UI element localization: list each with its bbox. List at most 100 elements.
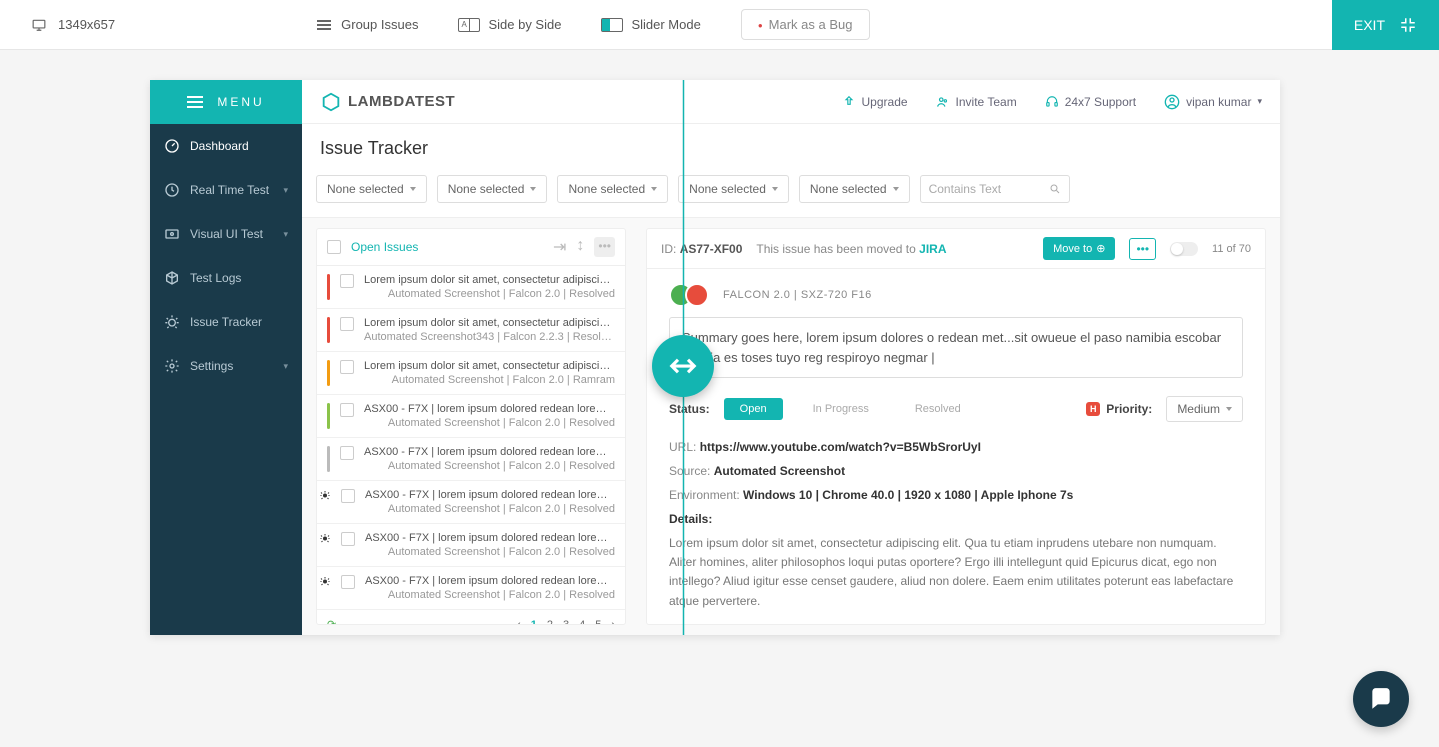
chevron-down-icon: ▾ <box>1257 96 1262 107</box>
issue-text: Lorem ipsum dolor sit amet, consectetur … <box>364 274 615 300</box>
user-menu[interactable]: vipan kumar ▾ <box>1164 94 1262 110</box>
issue-row[interactable]: ASX00 - F7X | lorem ipsum dolored redean… <box>317 481 625 524</box>
sidebar-item-realtime[interactable]: Real Time Test ▾ <box>150 168 302 212</box>
issue-row[interactable]: ASX00 - F7X | lorem ipsum dolored redean… <box>317 567 625 610</box>
sidebar-item-label: Dashboard <box>190 139 249 153</box>
issue-checkbox[interactable] <box>341 532 355 546</box>
issue-checkbox[interactable] <box>340 446 354 460</box>
detail-toggle[interactable] <box>1170 242 1198 256</box>
help-chat-button[interactable] <box>1353 671 1409 727</box>
support-link[interactable]: 24x7 Support <box>1045 95 1136 109</box>
issue-row[interactable]: Lorem ipsum dolor sit amet, consectetur … <box>317 309 625 352</box>
app-screenshot: MENU Dashboard Real Time Test ▾ Visual U… <box>150 80 1280 635</box>
issue-checkbox[interactable] <box>340 317 354 331</box>
side-by-side-label: Side by Side <box>488 17 561 32</box>
sidebar-item-issuetracker[interactable]: Issue Tracker <box>150 300 302 344</box>
details-heading: Details: <box>669 512 1243 526</box>
id-label: ID: <box>661 242 676 256</box>
slider-icon <box>601 18 623 32</box>
summary-field[interactable]: Summary goes here, lorem ipsum dolores o… <box>669 317 1243 378</box>
exit-button[interactable]: EXIT <box>1332 0 1439 50</box>
lambdatest-logo-icon <box>320 91 342 113</box>
sidebar-item-label: Real Time Test <box>190 183 269 197</box>
drag-horizontal-icon <box>668 351 698 381</box>
page-4[interactable]: 4 <box>579 619 585 626</box>
more-actions[interactable]: ••• <box>594 237 615 257</box>
issue-list-header: Open Issues ⇥ ↕ ••• <box>317 229 625 266</box>
side-by-side-tool[interactable]: Side by Side <box>458 17 561 32</box>
sidebar-item-testlogs[interactable]: Test Logs <box>150 256 302 300</box>
mark-as-bug-button[interactable]: Mark as a Bug <box>741 9 870 40</box>
issue-checkbox[interactable] <box>340 403 354 417</box>
select-all-checkbox[interactable] <box>327 240 341 254</box>
page-1[interactable]: 1 <box>531 619 537 626</box>
refresh-icon[interactable]: ⟳ <box>327 618 336 625</box>
gear-icon <box>164 358 180 374</box>
pin-icon[interactable]: ⇥ <box>553 237 566 257</box>
upgrade-link[interactable]: Upgrade <box>842 95 908 109</box>
issue-row[interactable]: Lorem ipsum dolor sit amet, consectetur … <box>317 266 625 309</box>
avatars <box>669 283 709 307</box>
issue-list-pane: Open Issues ⇥ ↕ ••• Lorem ipsum dolor si… <box>316 228 626 625</box>
issue-meta: Automated Screenshot | Falcon 2.0 | Ramr… <box>364 374 615 386</box>
issue-checkbox[interactable] <box>341 489 355 503</box>
page-next[interactable]: › <box>611 619 615 626</box>
issue-row[interactable]: Lorem ipsum dolor sit amet, consectetur … <box>317 352 625 395</box>
detail-more-actions[interactable]: ••• <box>1129 238 1156 260</box>
issue-checkbox[interactable] <box>340 274 354 288</box>
sidebar-item-dashboard[interactable]: Dashboard <box>150 124 302 168</box>
status-resolved[interactable]: Resolved <box>899 398 977 420</box>
priority-select[interactable]: Medium <box>1166 396 1243 422</box>
header-links: Upgrade Invite Team 24x7 Support vipan k… <box>842 94 1262 110</box>
filter-bar: None selected None selected None selecte… <box>302 167 1280 218</box>
invite-team-link[interactable]: Invite Team <box>936 95 1017 109</box>
avatar-icon <box>1164 94 1180 110</box>
issue-checkbox[interactable] <box>341 575 355 589</box>
issue-row[interactable]: ASX00 - F7X | lorem ipsum dolored redean… <box>317 438 625 481</box>
open-issues-label[interactable]: Open Issues <box>351 240 418 254</box>
status-in-progress[interactable]: In Progress <box>797 398 885 420</box>
meta-source: Source: Automated Screenshot <box>669 464 1243 478</box>
filter-5[interactable]: None selected <box>799 175 910 203</box>
page-5[interactable]: 5 <box>595 619 601 626</box>
priority-label: HPriority: <box>1086 402 1152 416</box>
group-issues-tool[interactable]: Group Issues <box>315 17 418 32</box>
search-input[interactable]: Contains Text <box>920 175 1070 203</box>
jira-link[interactable]: JIRA <box>919 242 946 256</box>
avatar[interactable] <box>685 283 709 307</box>
filter-4[interactable]: None selected <box>678 175 789 203</box>
issue-meta: Automated Screenshot | Falcon 2.0 | Reso… <box>365 503 615 515</box>
plus-circle-icon: ⊕ <box>1096 242 1105 255</box>
slider-mode-tool[interactable]: Slider Mode <box>601 17 700 32</box>
page-prev[interactable]: ‹ <box>517 619 521 626</box>
avatar-row: FALCON 2.0 | SXZ-720 F16 <box>669 283 1243 307</box>
sidebar-item-label: Settings <box>190 359 233 373</box>
issue-meta: Automated Screenshot343 | Falcon 2.2.3 |… <box>364 331 615 343</box>
cube-icon <box>164 270 180 286</box>
issue-checkbox[interactable] <box>340 360 354 374</box>
brand-logo[interactable]: LAMBDATEST <box>320 91 455 113</box>
page-3[interactable]: 3 <box>563 619 569 626</box>
issue-row[interactable]: ASX00 - F7X | lorem ipsum dolored redean… <box>317 524 625 567</box>
bug-icon <box>164 314 180 330</box>
slider-handle[interactable] <box>652 335 714 397</box>
status-open[interactable]: Open <box>724 398 783 420</box>
menu-label: MENU <box>217 95 264 109</box>
page-2[interactable]: 2 <box>547 619 553 626</box>
upgrade-label: Upgrade <box>862 95 908 109</box>
filter-1[interactable]: None selected <box>316 175 427 203</box>
filter-3[interactable]: None selected <box>557 175 668 203</box>
filter-2[interactable]: None selected <box>437 175 548 203</box>
bug-icon <box>319 489 331 501</box>
issue-meta: Automated Screenshot | Falcon 2.0 | Reso… <box>364 460 615 472</box>
sidebar-item-visual[interactable]: Visual UI Test ▾ <box>150 212 302 256</box>
slider-mode-label: Slider Mode <box>631 17 700 32</box>
issue-meta: Automated Screenshot | Falcon 2.0 | Reso… <box>364 417 615 429</box>
issue-row[interactable]: ASX00 - F7X | lorem ipsum dolored redean… <box>317 395 625 438</box>
sort-icon[interactable]: ↕ <box>576 237 584 257</box>
move-to-button[interactable]: Move to⊕ <box>1043 237 1115 260</box>
menu-toggle[interactable]: MENU <box>150 80 302 124</box>
bug-icon <box>319 575 331 587</box>
sidebar-item-settings[interactable]: Settings ▾ <box>150 344 302 388</box>
search-icon <box>1049 183 1061 195</box>
